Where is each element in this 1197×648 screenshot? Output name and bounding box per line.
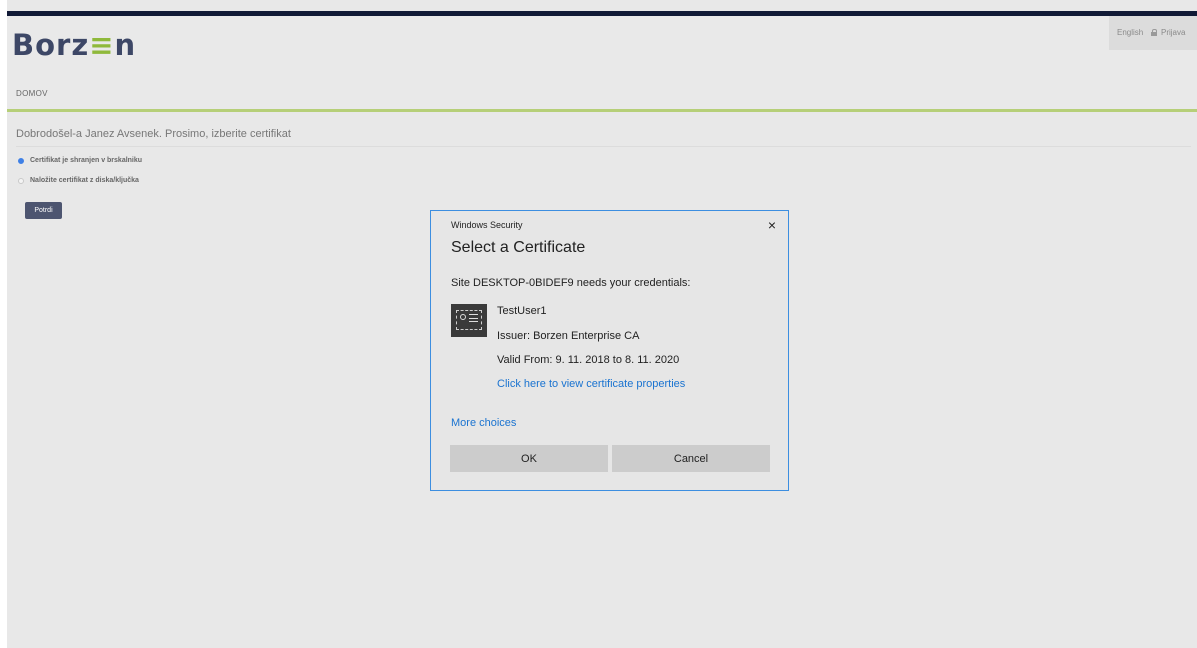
certificate-validity: Valid From: 9. 11. 2018 to 8. 11. 2020 [497, 354, 680, 366]
site-credentials-text: Site DESKTOP-0BIDEF9 needs your credenti… [451, 277, 691, 289]
windows-security-dialog: Windows Security × Select a Certificate … [430, 210, 789, 491]
logo-e-symbol: ≡ [89, 28, 115, 62]
welcome-message: Dobrodošel-a Janez Avsenek. Prosimo, izb… [16, 128, 291, 140]
radio-browser-certificate[interactable] [18, 157, 24, 164]
option-upload-certificate[interactable]: Naložite certifikat z diska/ključka [18, 177, 139, 184]
option-browser-certificate[interactable]: Certifikat je shranjen v brskalniku [18, 157, 142, 164]
close-icon[interactable]: × [768, 217, 776, 233]
option-upload-label: Naložite certifikat z diska/ključka [30, 177, 139, 184]
certificate-issuer: Issuer: Borzen Enterprise CA [497, 330, 640, 342]
login-label: Prijava [1161, 28, 1186, 37]
borzen-logo[interactable]: Borz≡n [12, 28, 136, 62]
left-margin [0, 0, 7, 648]
header-utility-bar: English Prijava [1109, 16, 1197, 50]
logo-text-end: n [114, 28, 137, 62]
content-divider [16, 146, 1191, 147]
ok-button[interactable]: OK [450, 445, 608, 472]
dialog-window-title: Windows Security [451, 220, 523, 230]
nav-home-link[interactable]: DOMOV [16, 89, 48, 98]
site-header [7, 16, 1197, 110]
language-link[interactable]: English [1117, 28, 1143, 37]
confirm-button[interactable]: Potrdi [25, 202, 62, 219]
certificate-icon [451, 304, 487, 337]
radio-upload-certificate[interactable] [18, 177, 24, 184]
dialog-heading: Select a Certificate [451, 239, 586, 256]
more-choices-link[interactable]: More choices [451, 417, 516, 429]
certificate-name[interactable]: TestUser1 [497, 305, 547, 317]
lock-icon [1151, 29, 1157, 36]
logo-text: Borz [12, 28, 90, 62]
certificate-properties-link[interactable]: Click here to view certificate propertie… [497, 378, 685, 390]
green-divider [7, 109, 1197, 112]
login-link[interactable]: Prijava [1151, 28, 1185, 37]
option-browser-label: Certifikat je shranjen v brskalniku [30, 157, 143, 164]
cancel-button[interactable]: Cancel [612, 445, 770, 472]
